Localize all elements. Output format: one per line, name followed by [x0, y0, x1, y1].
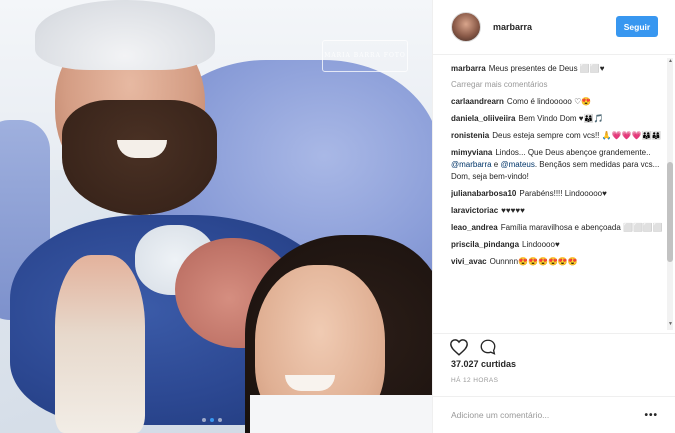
post-side-panel: marbarra Seguir marbarra Meus presentes d… [432, 0, 675, 433]
carousel-dot [218, 418, 222, 422]
author-username[interactable]: marbarra [493, 22, 532, 32]
post-photo[interactable]: MARIA BARRA FOTO [0, 0, 432, 433]
add-comment-bar: Adicione um comentário... ••• [433, 396, 675, 433]
follow-button[interactable]: Seguir [616, 16, 658, 37]
comment-text: Deus esteja sempre com vcs!! 🙏💗💗💗👨‍👩‍👦👨‍… [492, 131, 662, 140]
post-timestamp: HÁ 12 HORAS [451, 377, 499, 384]
mention-link[interactable]: @marbarra [451, 160, 492, 169]
caption-username[interactable]: marbarra [451, 64, 486, 73]
carousel-dot [202, 418, 206, 422]
likes-count[interactable]: 37.027 curtidas [451, 359, 516, 369]
add-comment-input[interactable]: Adicione um comentário... [451, 410, 549, 420]
heart-icon[interactable] [449, 338, 469, 356]
comments-list: marbarra Meus presentes de Deus ⬜⬜♥ Carre… [451, 63, 663, 333]
photo-watermark: MARIA BARRA FOTO [322, 40, 408, 72]
avatar[interactable] [451, 12, 481, 42]
post-header: marbarra Seguir [433, 0, 675, 55]
comment-text: ♥♥♥♥♥ [501, 206, 525, 215]
comment-text: Família maravilhosa e abençoada ⬜⬜⬜⬜ [500, 223, 663, 232]
photo-surgical-cap [35, 0, 215, 70]
comment-text: Lindos... Que Deus abençoe grandemente.. [495, 148, 651, 157]
more-icon[interactable]: ••• [644, 410, 658, 421]
post-actions [433, 333, 675, 356]
comment-text: Como é lindooooo ♡😍 [506, 97, 592, 106]
comment-username[interactable]: daniela_oliiveiira [451, 114, 515, 123]
comments-scrollbar[interactable] [667, 58, 673, 330]
comment-username[interactable]: carlaandrearn [451, 97, 504, 106]
comment-item: daniela_oliiveiira Bem Vindo Dom ♥👨‍👩‍👦🎵 [451, 113, 663, 125]
carousel-indicator [202, 418, 222, 422]
carousel-dot-active [210, 418, 214, 422]
mention-link[interactable]: @mateus [500, 160, 534, 169]
load-more-comments-link[interactable]: Carregar mais comentários [451, 80, 663, 89]
comment-item: laravictoriac ♥♥♥♥♥ [451, 205, 663, 217]
scroll-up-arrow-icon[interactable]: ▲ [668, 58, 673, 64]
caption-text: Meus presentes de Deus ⬜⬜♥ [488, 64, 605, 73]
comment-item: leao_andrea Família maravilhosa e abençoa… [451, 222, 663, 234]
comment-text: Bem Vindo Dom ♥👨‍👩‍👦🎵 [518, 114, 604, 123]
scroll-down-arrow-icon[interactable]: ▼ [668, 321, 673, 327]
comment-username[interactable]: vivi_avac [451, 257, 487, 266]
photo-hospital-gown [250, 395, 432, 433]
comment-item: priscila_pindanga Lindoooo♥ [451, 239, 663, 251]
comment-username[interactable]: mimyviana [451, 148, 492, 157]
comment-icon[interactable] [479, 338, 497, 356]
comment-item: mimyviana Lindos... Que Deus abençoe gran… [451, 147, 663, 183]
photo-bandaged-hand [55, 255, 145, 433]
comment-username[interactable]: ronistenia [451, 131, 489, 140]
comment-text: Ounnnn😍😍😍😍😍😍 [489, 257, 578, 266]
comment-username[interactable]: priscila_pindanga [451, 240, 519, 249]
comment-username[interactable]: julianabarbosa10 [451, 189, 516, 198]
comment-text: Parabéns!!!! Lindooooo♥ [519, 189, 607, 198]
comment-username[interactable]: laravictoriac [451, 206, 498, 215]
comment-item: carlaandrearn Como é lindooooo ♡😍 [451, 96, 663, 108]
comment-text: Lindoooo♥ [522, 240, 560, 249]
scrollbar-thumb[interactable] [667, 162, 673, 262]
comment-item: vivi_avac Ounnnn😍😍😍😍😍😍 [451, 256, 663, 268]
comment-username[interactable]: leao_andrea [451, 223, 498, 232]
comment-item: ronistenia Deus esteja sempre com vcs!! 🙏… [451, 130, 663, 142]
comment-item: julianabarbosa10 Parabéns!!!! Lindooooo♥ [451, 188, 663, 200]
caption: marbarra Meus presentes de Deus ⬜⬜♥ [451, 63, 663, 75]
